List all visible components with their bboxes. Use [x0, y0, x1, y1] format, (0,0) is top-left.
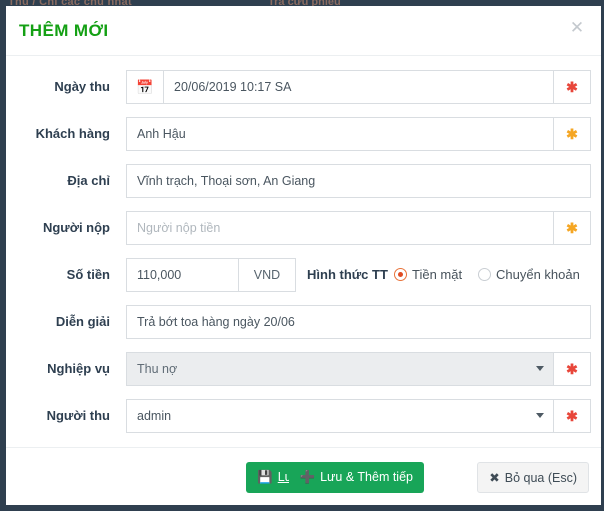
- plus-icon: ➕: [299, 470, 316, 484]
- field-row-address: Địa chỉ: [6, 164, 601, 198]
- customer-input-wrap: [126, 117, 554, 151]
- label-description: Diễn giải: [55, 314, 110, 329]
- operation-select-wrap: Thu nợ: [126, 352, 554, 386]
- radio-transfer-indicator: [478, 268, 491, 281]
- collector-select-value: admin: [137, 409, 172, 423]
- date-input[interactable]: [164, 70, 554, 104]
- customer-input[interactable]: [126, 117, 554, 151]
- label-amount: Số tiền: [66, 267, 110, 282]
- address-input[interactable]: [126, 164, 591, 198]
- label-payment-method: Hình thức TT: [307, 267, 388, 282]
- field-row-amount: Số tiền VND Hình thức TT Tiền mặt Chuyển…: [6, 258, 601, 292]
- radio-payment-transfer[interactable]: Chuyển khoản: [478, 258, 580, 292]
- payer-input[interactable]: [126, 211, 554, 245]
- currency-addon: VND: [239, 258, 296, 292]
- collector-select[interactable]: admin: [126, 399, 554, 433]
- save-and-add-button-label: Lưu & Thêm tiếp: [320, 470, 413, 484]
- modal-footer: 💾Lưu ➕Lưu & Thêm tiếp ✖Bỏ qua (Esc): [6, 447, 601, 505]
- address-input-wrap: [126, 164, 591, 198]
- collector-select-wrap: admin: [126, 399, 554, 433]
- add-new-modal: THÊM MỚI ✕ Ngày thu 📅 ✱ Khách hàng ✱ Địa…: [6, 6, 601, 505]
- modal-title: THÊM MỚI: [19, 21, 109, 40]
- label-collector: Người thu: [46, 408, 110, 423]
- date-input-group: 📅: [126, 70, 554, 104]
- label-payer: Người nộp: [42, 220, 110, 235]
- calendar-icon[interactable]: 📅: [126, 70, 164, 104]
- chevron-down-icon: [536, 366, 544, 371]
- field-row-collector: Người thu admin ✱: [6, 399, 601, 433]
- field-row-description: Diễn giải: [6, 305, 601, 339]
- save-and-add-button[interactable]: ➕ Lưu & Thêm tiếp: [288, 462, 424, 493]
- cancel-button[interactable]: ✖ Bỏ qua (Esc): [477, 462, 589, 493]
- payer-input-wrap: [126, 211, 554, 245]
- description-input[interactable]: [126, 305, 591, 339]
- required-asterisk-customer: ✱: [554, 117, 591, 151]
- field-row-customer: Khách hàng ✱: [6, 117, 601, 151]
- chevron-down-icon: [536, 413, 544, 418]
- radio-cash-indicator: [394, 268, 407, 281]
- operation-select[interactable]: Thu nợ: [126, 352, 554, 386]
- amount-input[interactable]: [126, 258, 239, 292]
- field-row-date: Ngày thu 📅 ✱: [6, 70, 601, 104]
- description-input-wrap: [126, 305, 591, 339]
- radio-payment-cash[interactable]: Tiền mặt: [394, 258, 462, 292]
- required-asterisk-date: ✱: [554, 70, 591, 104]
- operation-select-value: Thu nợ: [137, 362, 178, 376]
- label-customer: Khách hàng: [35, 126, 110, 141]
- field-row-operation: Nghiệp vụ Thu nợ ✱: [6, 352, 601, 386]
- label-date: Ngày thu: [54, 79, 110, 94]
- modal-header: THÊM MỚI ✕: [6, 6, 601, 56]
- modal-body: Ngày thu 📅 ✱ Khách hàng ✱ Địa chỉ Người …: [6, 56, 601, 446]
- label-address: Địa chỉ: [67, 173, 110, 188]
- required-asterisk-operation: ✱: [554, 352, 591, 386]
- radio-cash-label: Tiền mặt: [412, 267, 463, 282]
- field-row-payer: Người nộp ✱: [6, 211, 601, 245]
- close-icon[interactable]: ✕: [566, 17, 588, 39]
- close-x-icon: ✖: [489, 471, 500, 485]
- required-asterisk-collector: ✱: [554, 399, 591, 433]
- required-asterisk-payer: ✱: [554, 211, 591, 245]
- save-floppy-icon: 💾: [257, 470, 273, 484]
- cancel-button-label: Bỏ qua (Esc): [504, 471, 577, 485]
- radio-transfer-label: Chuyển khoản: [496, 267, 580, 282]
- label-operation: Nghiệp vụ: [47, 361, 110, 376]
